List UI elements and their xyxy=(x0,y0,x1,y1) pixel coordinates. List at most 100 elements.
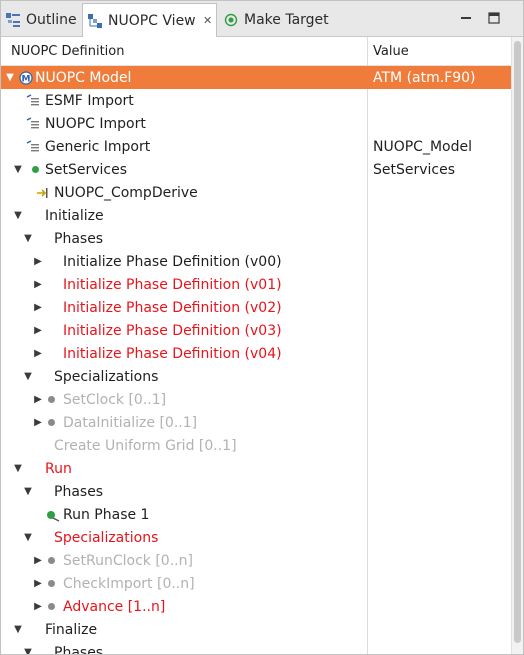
expand-toggle-icon[interactable]: ▼ xyxy=(22,365,34,388)
expand-toggle-icon[interactable]: ▼ xyxy=(12,457,24,480)
tree-row-advance[interactable]: ▶ Advance [1..n] xyxy=(1,595,511,618)
tree-row-label: DataInitialize [0..1] xyxy=(63,415,198,431)
gray-dot-icon xyxy=(43,549,59,572)
expand-toggle-icon[interactable]: ▼ xyxy=(12,204,24,227)
collapsed-toggle-icon[interactable]: ▶ xyxy=(32,250,44,273)
tree-row-run-phase-1[interactable]: Run Phase 1 xyxy=(1,503,511,526)
make-target-icon xyxy=(223,12,239,28)
tree-row-label: Create Uniform Grid [0..1] xyxy=(54,438,237,454)
tree-row-label: Specializations xyxy=(54,369,159,385)
tab-make-target-label: Make Target xyxy=(244,11,329,28)
gray-dot-icon xyxy=(43,388,59,411)
tree-column-header: NUOPC Definition Value xyxy=(1,37,511,66)
vertical-scrollbar[interactable] xyxy=(511,37,523,654)
column-header-value[interactable]: Value xyxy=(373,44,409,59)
nuopc-view-icon xyxy=(87,13,103,29)
tree-row-finalize[interactable]: ▼ Finalize xyxy=(1,618,511,641)
tree-row-init-phase-v03[interactable]: ▶ Initialize Phase Definition (v03) xyxy=(1,319,511,342)
tree-row-esmf-import[interactable]: ESMF Import xyxy=(1,89,511,112)
tree-row-value: ATM (atm.F90) xyxy=(373,70,476,86)
run-phase-icon xyxy=(45,503,61,526)
green-dot-icon xyxy=(27,158,43,181)
tree-row-checkimport[interactable]: ▶ CheckImport [0..n] xyxy=(1,572,511,595)
tree-row-label: SetServices xyxy=(45,162,128,178)
close-icon[interactable]: ✕ xyxy=(202,14,214,27)
tree-row-value: NUOPC_Model xyxy=(373,139,472,155)
tree-row-setclock[interactable]: ▶ SetClock [0..1] xyxy=(1,388,511,411)
expand-toggle-icon[interactable]: ▼ xyxy=(12,158,24,181)
tree-row-label: Run xyxy=(45,461,72,477)
tab-outline-label: Outline xyxy=(26,11,77,28)
tree-row-label: Initialize Phase Definition (v03) xyxy=(63,323,282,339)
tree-row-nuopc-compderive[interactable]: NUOPC_CompDerive xyxy=(1,181,511,204)
tree-row-setrunclock[interactable]: ▶ SetRunClock [0..n] xyxy=(1,549,511,572)
tree-row-label: CheckImport [0..n] xyxy=(63,576,195,592)
tree-row-label: Advance [1..n] xyxy=(63,599,166,615)
tree-row-label: Initialize Phase Definition (v00) xyxy=(63,254,282,270)
tree-row-label: Generic Import xyxy=(45,139,151,155)
tree-row-label: SetClock [0..1] xyxy=(63,392,167,408)
expand-toggle-icon[interactable]: ▼ xyxy=(22,641,34,654)
collapsed-toggle-icon[interactable]: ▶ xyxy=(32,273,44,296)
tree-row-setservices[interactable]: ▼ SetServices SetServices xyxy=(1,158,511,181)
tree-row-label: Phases xyxy=(54,645,104,655)
tab-nuopc-view-label: NUOPC View xyxy=(108,12,196,29)
tree-row-specializations[interactable]: ▼ Specializations xyxy=(1,365,511,388)
tree-row-generic-import[interactable]: Generic Import NUOPC_Model xyxy=(1,135,511,158)
column-header-definition[interactable]: NUOPC Definition xyxy=(11,44,124,59)
tree-row-datainitialize[interactable]: ▶ DataInitialize [0..1] xyxy=(1,411,511,434)
tree-row-nuopc-import[interactable]: NUOPC Import xyxy=(1,112,511,135)
nuopc-view-panel: Outline NUOPC View ✕ Make Target NUOPC D… xyxy=(0,0,524,655)
tree-row-create-uniform-grid[interactable]: Create Uniform Grid [0..1] xyxy=(1,434,511,457)
tree-row-label: Finalize xyxy=(45,622,98,638)
tree-row-finalize-phases[interactable]: ▼ Phases xyxy=(1,641,511,655)
minimize-icon[interactable] xyxy=(459,11,473,25)
tree-row-label: Initialize Phase Definition (v01) xyxy=(63,277,282,293)
expand-toggle-icon[interactable]: ▼ xyxy=(22,480,34,503)
tree-row-label: Phases xyxy=(54,484,104,500)
tree-row-init-phase-v02[interactable]: ▶ Initialize Phase Definition (v02) xyxy=(1,296,511,319)
maximize-icon[interactable] xyxy=(487,11,501,25)
expand-toggle-icon[interactable]: ▼ xyxy=(22,227,34,250)
gray-dot-icon xyxy=(43,411,59,434)
tree-row-value: SetServices xyxy=(373,162,456,178)
tree-row-initialize[interactable]: ▼ Initialize xyxy=(1,204,511,227)
tree-row-run-specializations[interactable]: ▼ Specializations xyxy=(1,526,511,549)
tree-row-run-phases[interactable]: ▼ Phases xyxy=(1,480,511,503)
tree-row-run[interactable]: ▼ Run xyxy=(1,457,511,480)
collapsed-toggle-icon[interactable]: ▶ xyxy=(32,296,44,319)
svg-text:M: M xyxy=(22,74,31,84)
tree-row-init-phase-v01[interactable]: ▶ Initialize Phase Definition (v01) xyxy=(1,273,511,296)
expand-toggle-icon[interactable]: ▼ xyxy=(12,618,24,641)
tree-row-label: ESMF Import xyxy=(45,93,134,109)
gray-dot-icon xyxy=(43,595,59,618)
scrollbar-thumb[interactable] xyxy=(514,41,521,643)
collapsed-toggle-icon[interactable]: ▶ xyxy=(32,319,44,342)
expand-toggle-icon[interactable]: ▼ xyxy=(22,526,34,549)
tree-row-label: Phases xyxy=(54,231,104,247)
tab-make-target[interactable]: Make Target xyxy=(223,4,329,35)
derive-arrow-icon xyxy=(35,181,51,204)
tree-row-label: Initialize xyxy=(45,208,104,224)
tree-row-init-phase-v04[interactable]: ▶ Initialize Phase Definition (v04) xyxy=(1,342,511,365)
tree-row-label: NUOPC_CompDerive xyxy=(54,185,198,201)
tree-row-label: Specializations xyxy=(54,530,159,546)
import-icon xyxy=(25,135,41,158)
tree-row-phases[interactable]: ▼ Phases xyxy=(1,227,511,250)
tab-nuopc-view[interactable]: NUOPC View ✕ xyxy=(82,3,217,37)
collapsed-toggle-icon[interactable]: ▶ xyxy=(32,342,44,365)
tree-row-label: Initialize Phase Definition (v04) xyxy=(63,346,282,362)
tree-row-label: Initialize Phase Definition (v02) xyxy=(63,300,282,316)
tree-row-nuopc-model[interactable]: ▼ M NUOPC Model ATM (atm.F90) xyxy=(1,66,511,89)
tree-row-label: NUOPC Model xyxy=(35,70,132,86)
gray-dot-icon xyxy=(43,572,59,595)
import-icon xyxy=(25,112,41,135)
outline-icon xyxy=(5,12,21,28)
tab-outline[interactable]: Outline xyxy=(5,4,77,35)
expand-toggle-icon[interactable]: ▼ xyxy=(4,66,16,89)
tree-row-label: SetRunClock [0..n] xyxy=(63,553,193,569)
nuopc-model-icon: M xyxy=(18,66,34,89)
tree-row-label: NUOPC Import xyxy=(45,116,146,132)
view-tab-bar: Outline NUOPC View ✕ Make Target xyxy=(1,1,523,37)
tree-row-init-phase-v00[interactable]: ▶ Initialize Phase Definition (v00) xyxy=(1,250,511,273)
